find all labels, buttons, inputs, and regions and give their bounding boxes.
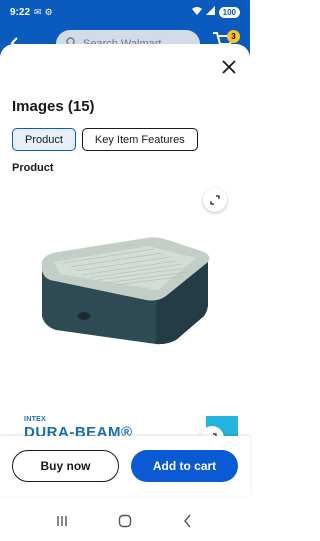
home-icon[interactable] [117, 513, 133, 529]
notification-icons: ✉ ⚙ [34, 7, 53, 18]
status-time: 9:22 [10, 6, 31, 18]
status-bar: 9:22 ✉ ⚙ 100 [0, 0, 250, 24]
product-image[interactable] [36, 230, 216, 350]
close-button[interactable] [220, 58, 238, 76]
action-bar: Buy now Add to cart [0, 436, 250, 496]
cart-count-badge: 3 [227, 30, 240, 43]
expand-icon [210, 195, 220, 205]
close-icon [222, 60, 236, 74]
system-nav-bar [0, 500, 250, 541]
tab-product[interactable]: Product [12, 128, 76, 151]
status-right: 100 [191, 6, 240, 18]
sheet-title: Images (15) [12, 98, 95, 115]
buy-now-button[interactable]: Buy now [12, 450, 119, 482]
images-sheet: Images (15) Product Key Item Features Pr… [0, 44, 250, 484]
recent-apps-icon[interactable] [54, 513, 70, 529]
signal-icon [205, 6, 215, 18]
brand-logo-small: INTEX [24, 416, 47, 423]
back-icon[interactable] [180, 513, 196, 529]
battery-indicator: 100 [218, 6, 240, 18]
add-to-cart-button[interactable]: Add to cart [131, 450, 238, 482]
settings-icon: ⚙ [44, 6, 53, 17]
wifi-icon [191, 6, 202, 18]
tab-key-item-features[interactable]: Key Item Features [81, 128, 198, 151]
image-tabs: Product Key Item Features [12, 128, 198, 151]
section-label: Product [12, 162, 54, 174]
expand-image-button[interactable] [203, 188, 227, 212]
mail-icon: ✉ [34, 6, 42, 17]
